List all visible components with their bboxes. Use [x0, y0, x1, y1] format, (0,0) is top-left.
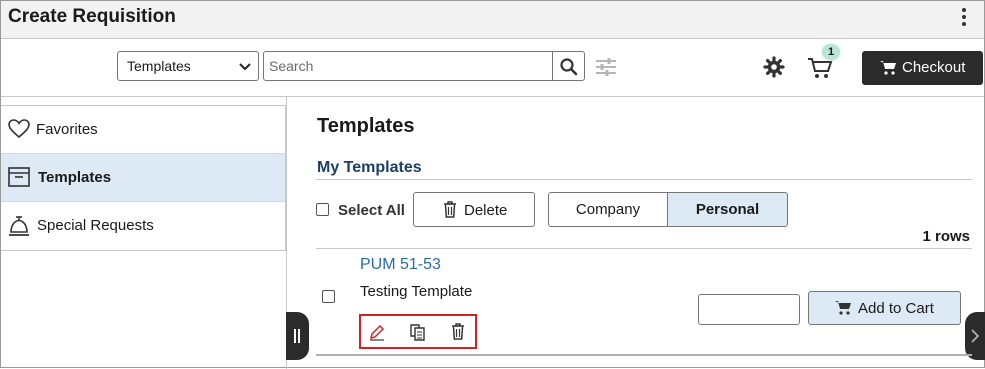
list-bottom-divider — [316, 354, 972, 356]
quantity-input[interactable] — [698, 294, 800, 325]
search-type-value: Templates — [127, 58, 191, 74]
sidebar-item-special-requests[interactable]: Special Requests — [1, 202, 285, 250]
tab-company[interactable]: Company — [548, 192, 668, 227]
template-name-link[interactable]: PUM 51-53 — [360, 256, 441, 274]
vertical-ellipsis-icon[interactable] — [956, 7, 972, 29]
tab-personal[interactable]: Personal — [667, 192, 788, 227]
select-all-label: Select All — [338, 202, 405, 219]
chevron-down-icon — [239, 63, 251, 71]
sidebar: Favorites Templates Special Requests — [1, 105, 286, 251]
search-type-select[interactable]: Templates — [117, 51, 259, 81]
heart-icon — [8, 119, 30, 139]
template-box-icon — [8, 167, 30, 187]
add-to-cart-button[interactable]: Add to Cart — [808, 291, 961, 325]
cart-icon — [880, 61, 896, 75]
select-all-checkbox[interactable] — [316, 203, 329, 216]
main-title: Templates — [317, 115, 415, 137]
cart-count-badge: 1 — [821, 43, 841, 61]
trash-icon[interactable] — [451, 323, 465, 340]
checkout-button[interactable]: Checkout — [862, 51, 983, 85]
copy-icon[interactable] — [410, 323, 426, 341]
chevron-right-icon — [971, 329, 979, 343]
delete-label: Delete — [464, 202, 508, 219]
app-window: Create Requisition Templates Search 1 Ch… — [0, 0, 985, 369]
trash-icon — [444, 201, 456, 218]
search-input[interactable]: Search — [263, 51, 585, 81]
sidebar-item-templates[interactable]: Templates — [1, 154, 285, 202]
search-toolbar: Templates Search 1 Checkout — [1, 39, 984, 97]
sidebar-item-label: Special Requests — [37, 217, 154, 234]
checkout-label: Checkout — [902, 59, 966, 76]
search-icon[interactable] — [559, 57, 579, 77]
collapse-sidebar-handle[interactable] — [286, 312, 309, 360]
expand-right-handle[interactable] — [965, 312, 985, 360]
sidebar-item-favorites[interactable]: Favorites — [1, 106, 285, 154]
filter-sliders-icon[interactable] — [595, 57, 617, 77]
search-placeholder: Search — [269, 58, 314, 74]
section-divider — [316, 179, 972, 180]
delete-button[interactable]: Delete — [413, 192, 535, 227]
list-top-divider — [316, 248, 972, 249]
search-divider — [552, 52, 553, 80]
add-to-cart-label: Add to Cart — [858, 300, 934, 317]
sidebar-item-label: Templates — [38, 169, 112, 186]
gear-icon[interactable] — [763, 56, 785, 78]
sidebar-item-label: Favorites — [36, 121, 98, 138]
edit-icon[interactable] — [369, 323, 385, 341]
template-description: Testing Template — [360, 283, 473, 300]
page-title: Create Requisition — [8, 6, 176, 27]
cart-icon — [835, 301, 851, 315]
row-count: 1 rows — [922, 228, 970, 245]
row-actions-highlight — [359, 314, 477, 349]
section-title: My Templates — [317, 159, 422, 176]
service-bell-icon — [9, 216, 29, 236]
title-bar: Create Requisition — [1, 1, 984, 39]
row-checkbox[interactable] — [322, 290, 335, 303]
